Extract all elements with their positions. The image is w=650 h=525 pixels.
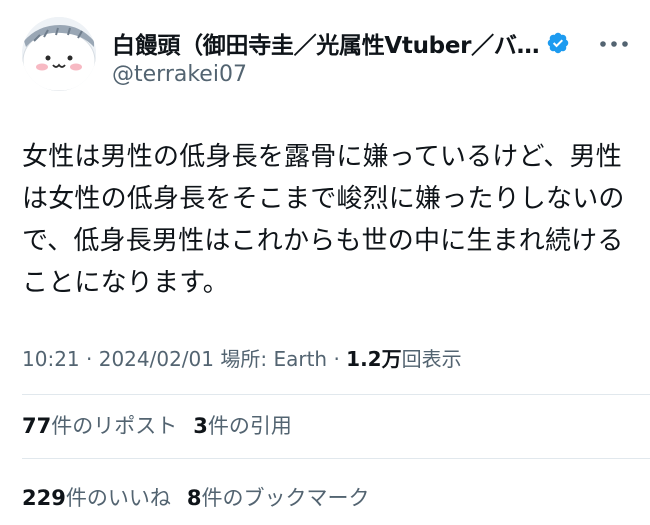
likes-count: 229 [22,486,66,510]
quotes-stat[interactable]: 3件の引用 [193,410,292,440]
bookmarks-label: 件のブックマーク [201,486,370,510]
tweet-text: 女性は男性の低身長を露骨に嫌っているけど、男性 は女性の低身長をそこまで峻烈に嫌… [22,136,634,304]
quotes-count: 3 [193,414,208,438]
more-options-icon [600,41,628,47]
views-count: 1.2万 [346,347,402,371]
tweet-meta: 10:21 · 2024/02/01 場所: Earth · 1.2万回表示 [22,343,462,372]
bookmarks-stat[interactable]: 8件のブックマーク [187,482,370,512]
more-options-button[interactable] [597,30,631,58]
author-handle[interactable]: @terrakei07 [112,62,247,87]
divider [22,458,650,459]
views-label: 回表示 [401,347,462,371]
tweet-text-line: ことになります。 [22,268,230,298]
bookmarks-count: 8 [186,486,202,510]
meta-separator: · [327,347,347,371]
tweet-time[interactable]: 10:21 [22,347,80,371]
tweet-date[interactable]: 2024/02/01 [99,347,214,371]
engagement-row-likes: 229件のいいね 8件のブックマーク [22,482,385,512]
tweet-text-line: は女性の低身長をそこまで峻烈に嫌ったりしないの [22,184,625,214]
display-name[interactable]: 白饅頭（御田寺圭／光属性Vtuber／バ… [112,26,540,60]
shiromanjuu-avatar-icon [22,17,96,91]
meta-separator: · [79,347,99,371]
likes-stat[interactable]: 229件のいいね [22,482,171,512]
verified-badge-icon [548,32,569,54]
quotes-label: 件の引用 [207,414,292,438]
reposts-stat[interactable]: 77件のリポスト [22,410,177,440]
author-name-row[interactable]: 白饅頭（御田寺圭／光属性Vtuber／バ… [112,26,570,60]
avatar[interactable] [22,17,96,91]
reposts-label: 件のリポスト [51,414,178,438]
tweet-text-line: で、低身長男性はこれからも世の中に生まれ続ける [22,226,624,256]
reposts-count: 77 [22,414,52,438]
engagement-row-reposts: 77件のリポスト 3件の引用 [22,410,308,440]
tweet-location: 場所: Earth [214,347,328,371]
likes-label: 件のいいね [65,486,171,510]
tweet-text-line: 女性は男性の低身長を露骨に嫌っているけど、男性 [22,142,623,172]
tweet-header: 白饅頭（御田寺圭／光属性Vtuber／バ… @terrakei07 [0,0,650,100]
divider [22,394,650,395]
